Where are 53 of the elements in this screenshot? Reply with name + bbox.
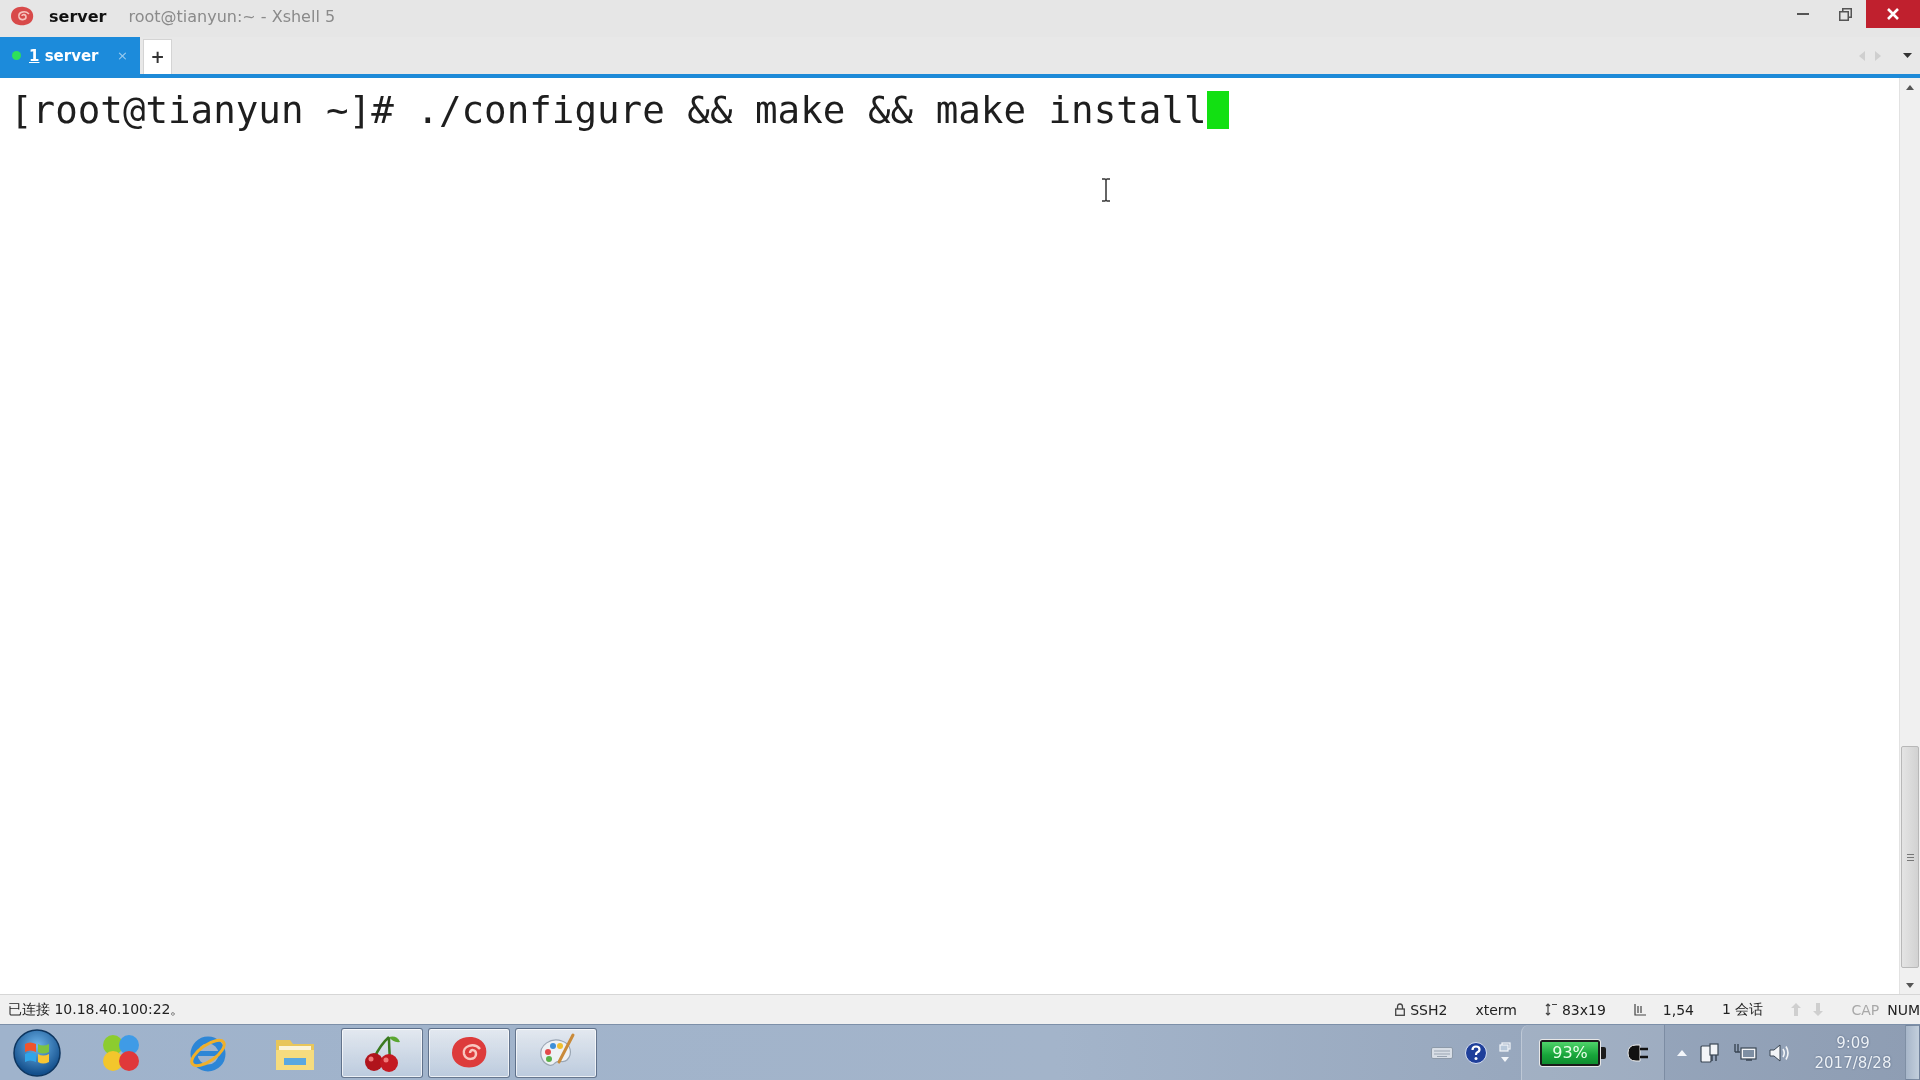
start-button[interactable]	[11, 1026, 63, 1079]
window-switch-button[interactable]	[1499, 1041, 1511, 1064]
restore-icon	[1838, 7, 1852, 21]
terminal-line: [root@tianyun ~]# ./configure && make && make install	[10, 88, 1207, 132]
network-monitor-icon	[1733, 1041, 1757, 1064]
new-tab-button[interactable]: +	[143, 39, 172, 74]
volume-button[interactable]	[1769, 1042, 1791, 1063]
terminal-type-label: xterm	[1475, 1001, 1517, 1018]
up-triangle-icon	[1677, 1049, 1687, 1056]
lock-key-indicator: NUM	[1887, 1001, 1920, 1018]
windows-caret-icon	[1499, 1041, 1511, 1064]
show-hidden-icons-button[interactable]	[1677, 1049, 1687, 1056]
keyboard-icon	[1431, 1046, 1453, 1059]
power-plug-icon	[1626, 1043, 1650, 1062]
cursor-position-icon	[1633, 1003, 1646, 1016]
tab-close-button[interactable]: ×	[115, 48, 130, 63]
minimize-icon	[1797, 13, 1809, 15]
session-name: server	[49, 6, 107, 26]
down-caret-icon	[1906, 982, 1914, 988]
show-desktop-button[interactable]	[1905, 1025, 1920, 1080]
network-button[interactable]	[1733, 1041, 1757, 1064]
window-title: root@tianyun:~ - Xshell 5	[128, 6, 336, 26]
speaker-icon	[1769, 1042, 1791, 1063]
scrollbar[interactable]	[1899, 78, 1920, 994]
tab[interactable]: 1 server ×	[0, 37, 140, 74]
connection-status: 已连接 10.18.40.100:22。	[8, 1000, 186, 1019]
up-arrow-icon	[1791, 1003, 1802, 1016]
terminal-size-label: 83x19	[1561, 1001, 1606, 1018]
up-caret-icon	[1906, 84, 1914, 90]
resize-icon	[1544, 1003, 1557, 1016]
start-orb-icon	[13, 1028, 61, 1077]
close-icon	[1887, 8, 1899, 20]
power-plug-button[interactable]	[1626, 1043, 1650, 1062]
device-button[interactable]	[1699, 1041, 1721, 1064]
taskbar-app-button[interactable]	[341, 1027, 423, 1078]
close-button[interactable]	[1866, 0, 1920, 28]
clock[interactable]: 9:09 2017/8/28	[1811, 1032, 1895, 1073]
help-icon	[1465, 1041, 1487, 1064]
lock-icon	[1395, 1003, 1406, 1016]
taskbar-app-button[interactable]	[428, 1027, 510, 1078]
cursor-position-label: 1,54	[1662, 1001, 1695, 1018]
help-button[interactable]	[1465, 1041, 1487, 1064]
scrollbar-thumb[interactable]	[1901, 746, 1919, 968]
i-beam-pointer-icon	[1101, 178, 1111, 202]
device-plug-icon	[1699, 1041, 1721, 1064]
session-count-label: 1 会话	[1722, 1000, 1764, 1019]
lock-key-indicator: CAP	[1851, 1001, 1880, 1018]
taskbar-app-button[interactable]	[515, 1027, 597, 1078]
app-logo-icon	[10, 6, 34, 26]
down-arrow-icon	[1813, 1003, 1824, 1016]
dropdown-caret-icon[interactable]	[1903, 53, 1912, 58]
protocol-label: SSH2	[1410, 1001, 1448, 1018]
grip-icon	[1906, 853, 1914, 861]
